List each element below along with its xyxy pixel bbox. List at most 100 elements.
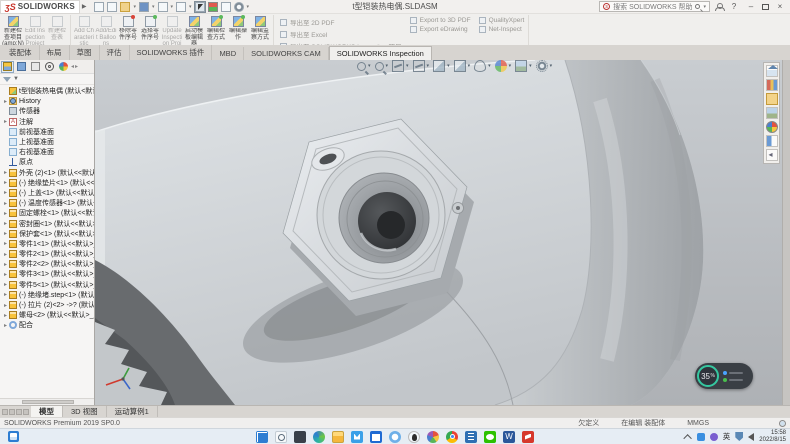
tree-item[interactable]: ▸ 零件2<1> (默认<<默认>_显示状态 xyxy=(0,249,94,259)
dropdown-arrow-icon[interactable]: ▾ xyxy=(406,63,409,69)
tree-item[interactable]: ▸ 固定螺栓<1> (默认<<默认>_显示 xyxy=(0,208,94,218)
taskbar-task-view-icon[interactable] xyxy=(294,431,306,443)
view-settings-icon[interactable] xyxy=(536,60,548,72)
zoom-fit-icon[interactable] xyxy=(357,62,366,71)
minimize-button[interactable]: – xyxy=(745,2,757,11)
edit-inspection-methods-button[interactable]: 编辑检查方式 xyxy=(205,15,227,45)
help-button[interactable]: ? xyxy=(728,2,740,11)
undo-icon[interactable] xyxy=(176,2,186,12)
expand-arrow-icon[interactable]: ▸ xyxy=(2,210,9,217)
options-icon[interactable] xyxy=(234,2,244,12)
resources-icon[interactable] xyxy=(766,65,778,77)
tree-item[interactable]: 右视基准面 xyxy=(0,147,94,157)
edit-monitoring-methods-button[interactable]: 编辑监察方式 xyxy=(249,15,271,45)
edit-operations-button[interactable]: 编辑操作 xyxy=(227,15,249,45)
custom-properties-icon[interactable] xyxy=(766,135,778,147)
menu-expand-arrow[interactable]: ▶ xyxy=(82,3,87,10)
panel-tab-right-arrow[interactable]: ▸ xyxy=(75,63,78,70)
taskbar-copilot-icon[interactable] xyxy=(389,431,401,443)
dropdown-arrow-icon[interactable]: ▾ xyxy=(427,63,430,69)
file-properties-icon[interactable] xyxy=(221,2,231,12)
expand-arrow-icon[interactable]: ▸ xyxy=(2,118,9,125)
expand-arrow-icon[interactable]: ▸ xyxy=(2,220,9,227)
taskbar-file-explorer-icon[interactable] xyxy=(332,431,344,443)
status-globe-icon[interactable] xyxy=(779,420,786,427)
panel-tab-dimxpert-manager[interactable] xyxy=(43,61,56,73)
rebuild-icon[interactable] xyxy=(208,2,218,12)
tree-filter[interactable]: ▼ xyxy=(0,74,94,85)
edit-appearance-icon[interactable] xyxy=(495,60,507,72)
tab-mbd[interactable]: MBD xyxy=(212,47,244,60)
search-input[interactable]: s 搜索 SOLIDWORKS 帮助 ▾ xyxy=(599,1,710,12)
dropdown-arrow-icon[interactable]: ▾ xyxy=(189,4,192,10)
taskbar-start-icon[interactable] xyxy=(256,431,268,443)
security-shield-icon[interactable] xyxy=(735,432,743,441)
taskbar-mail-icon[interactable] xyxy=(351,431,363,443)
expand-arrow-icon[interactable]: ▸ xyxy=(2,251,9,258)
taskbar-pinned-widget-icon[interactable] xyxy=(8,431,19,442)
taskbar-notes-icon[interactable] xyxy=(465,431,477,443)
tree-item[interactable]: ▸ (-) 绝缘垫片<1> (默认<<默认>_显 xyxy=(0,178,94,188)
dropdown-arrow-icon[interactable]: ▾ xyxy=(171,4,174,10)
dropdown-arrow-icon[interactable]: ▾ xyxy=(386,63,389,69)
tree-item[interactable]: ▸ 零件1<1> (默认<<默认>_显示状态 xyxy=(0,239,94,249)
search-icon[interactable] xyxy=(695,4,700,9)
new-document-icon[interactable] xyxy=(107,2,117,12)
hide-show-items-icon[interactable] xyxy=(474,60,486,72)
doc-tab-运动算例1[interactable]: 运动算例1 xyxy=(107,406,158,417)
tab-solidworks-cam[interactable]: SOLIDWORKS CAM xyxy=(244,47,329,60)
open-icon[interactable] xyxy=(120,2,130,12)
taskbar-edge-icon[interactable] xyxy=(313,431,325,443)
view-palette-icon[interactable] xyxy=(766,107,778,119)
home-icon[interactable] xyxy=(94,2,104,12)
tree-horizontal-scrollbar[interactable] xyxy=(0,398,94,405)
file-explorer-icon[interactable] xyxy=(766,93,778,105)
tree-item[interactable]: 传感器 xyxy=(0,106,94,116)
display-style-icon[interactable] xyxy=(454,60,466,72)
section-view-icon[interactable] xyxy=(392,60,404,72)
tray-app-purple-icon[interactable] xyxy=(710,433,718,441)
tab-装配体[interactable]: 装配体 xyxy=(2,45,40,60)
login-user-icon[interactable] xyxy=(715,3,723,11)
volume-icon[interactable] xyxy=(748,433,754,441)
tab-scroll-buttons[interactable] xyxy=(0,406,31,417)
tree-item[interactable]: ▸ 外壳 (2)<1> (默认<<默认>_显示状 xyxy=(0,168,94,178)
select-balloons-button[interactable]: 选择零件序号 xyxy=(139,15,161,45)
dropdown-arrow-icon[interactable]: ▾ xyxy=(529,63,532,69)
taskbar-wechat-icon[interactable] xyxy=(484,431,496,443)
dropdown-arrow-icon[interactable]: ▾ xyxy=(247,4,250,10)
tab-评估[interactable]: 评估 xyxy=(100,45,130,60)
tree-item[interactable]: ▸ (-) 温度传感器<1> (默认<<默认> xyxy=(0,198,94,208)
expand-arrow-icon[interactable]: ▸ xyxy=(2,240,9,247)
taskbar-clock[interactable]: 15:58 2022/8/15 xyxy=(759,430,786,444)
expand-arrow-icon[interactable]: ▸ xyxy=(2,189,9,196)
tree-root-item[interactable]: t型铠装热电偶 (默认<默认_显示状态-1 xyxy=(0,86,94,96)
taskbar-solidworks-icon[interactable] xyxy=(522,431,534,443)
expand-arrow-icon[interactable]: ▸ xyxy=(2,322,9,329)
panel-tab-display-manager[interactable] xyxy=(57,61,70,73)
save-icon[interactable] xyxy=(139,2,149,12)
tree-item[interactable]: 原点 xyxy=(0,157,94,167)
new-inspection-project-button[interactable]: 新建检查项目 (amp;N) xyxy=(2,15,24,45)
dropdown-arrow-icon[interactable]: ▾ xyxy=(152,4,155,10)
close-button[interactable]: × xyxy=(774,2,786,11)
tree-item[interactable]: ▸ 零件5<1> (默认<<默认>_显示状态 xyxy=(0,280,94,290)
taskbar-color-wheel-icon[interactable] xyxy=(427,431,439,443)
tray-expand-icon[interactable] xyxy=(683,434,691,442)
tree-item[interactable]: 前视基准面 xyxy=(0,127,94,137)
zoom-area-icon[interactable] xyxy=(375,62,384,71)
launch-template-editor-button[interactable]: 启动模板编辑器 xyxy=(183,15,205,45)
design-library-icon[interactable] xyxy=(766,79,778,91)
doc-tab-模型[interactable]: 模型 xyxy=(31,406,63,417)
expand-arrow-icon[interactable]: ▸ xyxy=(2,312,9,319)
taskbar-qq-icon[interactable] xyxy=(408,431,420,443)
expand-arrow-icon[interactable]: ▸ xyxy=(2,281,9,288)
remove-balloons-button[interactable]: 移除零件序号 xyxy=(117,15,139,45)
tree-item[interactable]: ▸ 螺母<2> (默认<<默认>_显示状态 xyxy=(0,310,94,320)
tree-item[interactable]: ▸ 注解 xyxy=(0,117,94,127)
tray-app-blue-icon[interactable] xyxy=(697,433,705,441)
taskbar-chrome-icon[interactable] xyxy=(446,431,458,443)
taskbar-word-icon[interactable] xyxy=(503,431,515,443)
tree-item[interactable]: ▸ History xyxy=(0,96,94,106)
graphics-area[interactable]: ▾▾▾▾▾▾▾▾▾▾ 35% xyxy=(95,60,782,405)
